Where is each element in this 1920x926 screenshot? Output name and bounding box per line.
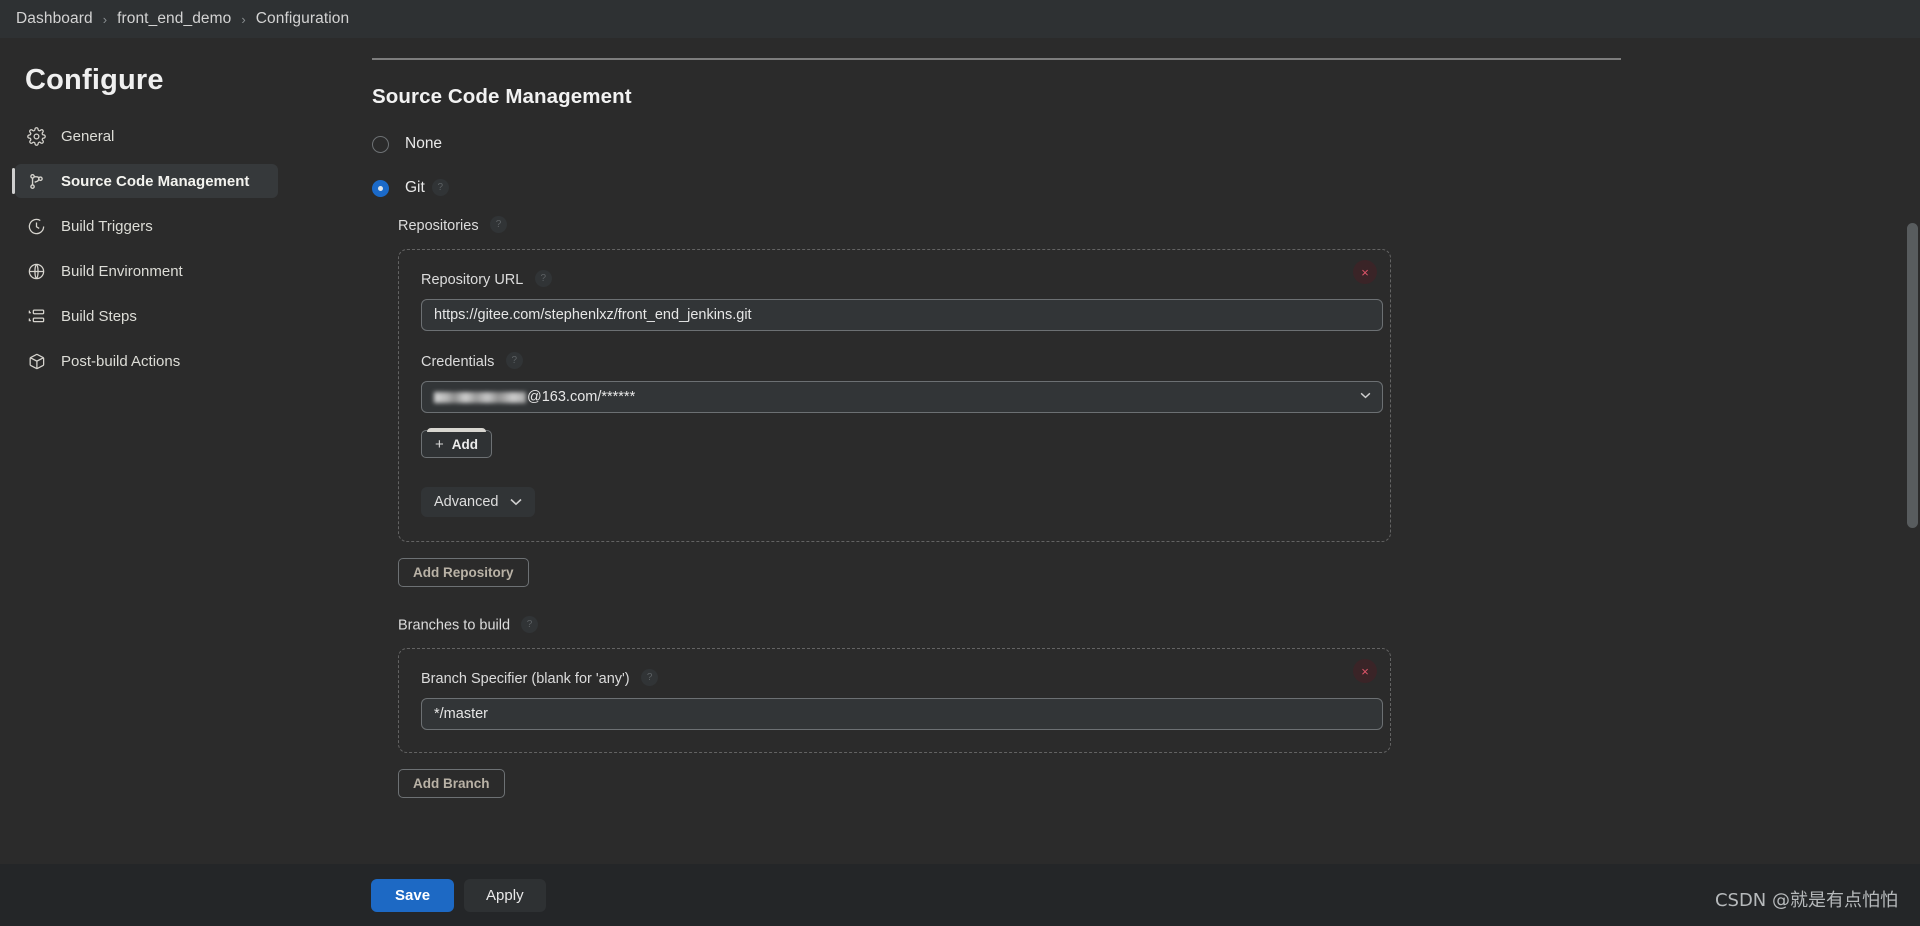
save-button[interactable]: Save [371,878,455,912]
clock-icon [25,215,47,237]
breadcrumb-item-project[interactable]: front_end_demo [109,10,239,28]
redacted-username [434,391,526,403]
sidebar-item-post-build-actions[interactable]: Post-build Actions [15,344,278,378]
repositories-caption: Repositories ? [398,216,1880,235]
gear-icon [25,125,47,147]
add-credentials-button[interactable]: + Add [421,428,493,458]
list-icon [25,305,47,327]
help-icon[interactable]: ? [490,216,508,234]
help-icon[interactable]: ? [505,352,523,370]
content-divider [372,58,1621,60]
sidebar-item-build-environment[interactable]: Build Environment [15,254,278,288]
radio-git[interactable] [372,179,389,197]
section-title: Source Code Management [372,85,632,108]
globe-icon [25,260,47,282]
help-icon[interactable]: ? [521,616,539,633]
branch-icon [25,170,47,192]
branches-caption: Branches to build ? [398,616,1880,634]
help-icon[interactable]: ? [534,270,552,288]
vertical-scrollbar-thumb[interactable] [1907,223,1918,528]
sidebar-item-label: Build Steps [61,307,137,325]
help-icon[interactable]: ? [431,178,449,196]
sidebar-item-label: Post-build Actions [61,352,181,370]
sidebar: Configure General Source Code Management [0,38,303,926]
help-icon[interactable]: ? [641,669,659,687]
sidebar-item-general[interactable]: General [15,119,278,153]
advanced-toggle-button[interactable]: Advanced [421,487,535,517]
repository-block: × Repository URL ? Credentials ? @163.co… [398,249,1391,542]
sidebar-item-source-code-management[interactable]: Source Code Management [12,164,278,198]
credentials-label: Credentials [421,354,495,370]
page-title: Configure [25,64,164,96]
scm-option-label: None [405,135,443,152]
breadcrumb-item-configuration[interactable]: Configuration [248,10,358,28]
repositories-label: Repositories [398,218,479,234]
package-icon [25,350,47,372]
credentials-select-wrap: @163.com/****** [421,381,1383,413]
scm-option-label: Git [405,179,425,196]
branches-label: Branches to build [398,617,511,634]
add-credentials-label: Add [451,436,479,452]
watermark: CSDN @就是有点怕怕 [1714,890,1898,911]
add-branch-button[interactable]: Add Branch [398,769,505,798]
branch-block: × Branch Specifier (blank for 'any') ? [398,648,1391,753]
form-action-bar: Save Apply [0,864,1920,926]
advanced-label: Advanced [434,494,499,510]
vertical-scrollbar-track[interactable] [1905,76,1920,926]
branch-specifier-input[interactable] [421,698,1383,730]
radio-none[interactable] [372,135,389,153]
credentials-value-suffix: @163.com/****** [527,389,636,405]
scm-option-none[interactable]: None [372,135,1880,153]
sidebar-item-label: Source Code Management [61,172,250,190]
breadcrumb-separator-icon: › [102,11,108,27]
credentials-field: Credentials ? @163.com/****** + Add [421,352,1383,458]
repository-url-input[interactable] [421,299,1383,331]
repository-url-label: Repository URL [421,272,524,288]
breadcrumb-separator-icon: › [241,11,246,27]
main-content: Source Code Management None Git ? Reposi… [303,38,1920,926]
sidebar-item-build-triggers[interactable]: Build Triggers [15,209,278,243]
delete-repository-button[interactable]: × [1353,260,1377,284]
sidebar-item-build-steps[interactable]: Build Steps [15,299,278,333]
branch-specifier-label: Branch Specifier (blank for 'any') [421,671,630,687]
delete-branch-button[interactable]: × [1353,659,1377,683]
breadcrumb: Dashboard › front_end_demo › Configurati… [0,0,1920,38]
chevron-down-icon [509,498,522,506]
plus-icon: + [435,435,444,453]
apply-button[interactable]: Apply [464,878,546,912]
breadcrumb-item-dashboard[interactable]: Dashboard [8,10,101,28]
add-repository-button[interactable]: Add Repository [398,558,529,587]
sidebar-item-label: Build Environment [61,262,183,280]
sidebar-item-label: General [61,127,115,145]
scm-option-git[interactable]: Git ? [372,178,1880,197]
credentials-select[interactable]: @163.com/****** [421,381,1383,413]
git-config-body: Repositories ? × Repository URL ? Creden… [398,216,1880,798]
sidebar-item-label: Build Triggers [61,217,153,235]
repository-url-field: Repository URL ? [421,270,1383,331]
